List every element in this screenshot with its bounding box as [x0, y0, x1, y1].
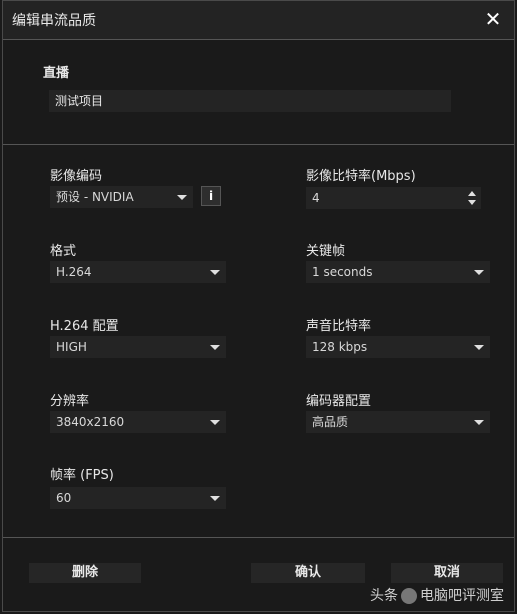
- profile-select[interactable]: HIGH: [50, 336, 226, 358]
- chevron-down-icon: [474, 345, 484, 350]
- delete-button[interactable]: 删除: [29, 563, 141, 583]
- chevron-down-icon: [474, 270, 484, 275]
- encoder-preset-select[interactable]: 高品质: [306, 411, 490, 433]
- footer-divider: [3, 537, 514, 538]
- chevron-down-icon: [474, 420, 484, 425]
- info-button[interactable]: i: [201, 186, 221, 206]
- audio-bitrate-label: 声音比特率: [306, 319, 372, 334]
- stream-label: 直播: [43, 66, 70, 81]
- profile-value: HIGH: [56, 340, 87, 354]
- video-encoder-select[interactable]: 预设 - NVIDIA: [50, 186, 193, 208]
- video-encoder-label: 影像编码: [50, 169, 103, 184]
- keyframe-value: 1 seconds: [312, 265, 373, 279]
- dialog-title: 编辑串流品质: [12, 13, 96, 29]
- close-icon[interactable]: ✕: [482, 7, 504, 31]
- resolution-value: 3840x2160: [56, 415, 125, 429]
- resolution-label: 分辨率: [50, 394, 90, 409]
- edit-stream-quality-dialog: 编辑串流品质 ✕ 直播 测试项目 影像编码 预设 - NVIDIA i 格式 H…: [2, 0, 515, 612]
- encoder-preset-label: 编码器配置: [306, 394, 372, 409]
- keyframe-label: 关键帧: [306, 244, 346, 259]
- spin-up-icon[interactable]: [468, 191, 476, 196]
- confirm-button[interactable]: 确认: [251, 563, 365, 583]
- watermark-text-right: 电脑吧评测室: [420, 588, 504, 604]
- encoder-preset-value: 高品质: [312, 415, 349, 429]
- watermark-text-left: 头条: [370, 588, 398, 604]
- spin-down-icon[interactable]: [468, 200, 476, 205]
- chevron-down-icon: [210, 420, 220, 425]
- watermark: 头条 电脑吧评测室: [370, 585, 504, 605]
- cancel-button[interactable]: 取消: [391, 563, 503, 583]
- watermark-logo-icon: [401, 588, 417, 604]
- audio-bitrate-value: 128 kbps: [312, 340, 368, 354]
- stream-section: 直播 测试项目: [3, 40, 514, 145]
- chevron-down-icon: [210, 270, 220, 275]
- format-select[interactable]: H.264: [50, 261, 226, 283]
- format-value: H.264: [56, 265, 92, 279]
- chevron-down-icon: [177, 195, 187, 200]
- fps-label: 帧率 (FPS): [50, 468, 114, 483]
- resolution-select[interactable]: 3840x2160: [50, 411, 226, 433]
- chevron-down-icon: [210, 345, 220, 350]
- title-bar: 编辑串流品质 ✕: [3, 1, 514, 40]
- video-encoder-value: 预设 - NVIDIA: [56, 190, 134, 204]
- format-label: 格式: [50, 244, 77, 259]
- video-bitrate-spinbox[interactable]: 4: [306, 187, 481, 209]
- audio-bitrate-select[interactable]: 128 kbps: [306, 336, 490, 358]
- chevron-down-icon: [210, 496, 220, 501]
- video-bitrate-value: 4: [312, 191, 320, 205]
- fps-value: 60: [56, 491, 72, 505]
- stream-name-input[interactable]: 测试项目: [49, 90, 451, 112]
- video-bitrate-label: 影像比特率(Mbps): [306, 169, 416, 184]
- profile-label: H.264 配置: [50, 319, 119, 334]
- fps-select[interactable]: 60: [50, 487, 226, 509]
- keyframe-select[interactable]: 1 seconds: [306, 261, 490, 283]
